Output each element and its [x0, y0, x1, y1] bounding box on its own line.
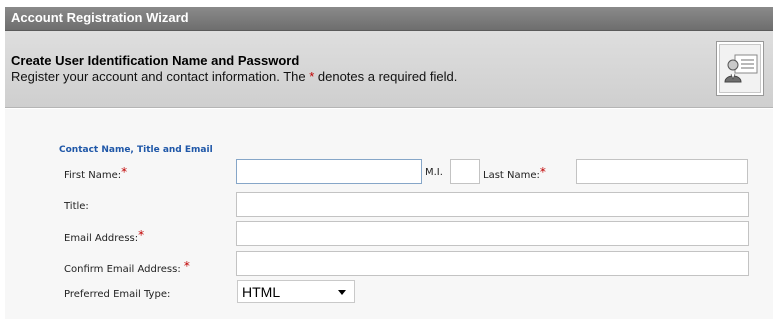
- section-title: Contact Name, Title and Email: [59, 145, 213, 155]
- email-type-label: Preferred Email Type:: [64, 289, 171, 300]
- title-input[interactable]: [236, 192, 749, 217]
- wizard-title-bar: Account Registration Wizard: [5, 7, 773, 31]
- email-input[interactable]: [236, 221, 749, 246]
- email-label-text: Email Address:: [64, 233, 139, 244]
- last-name-label-text: Last Name:: [483, 170, 540, 181]
- confirm-email-input[interactable]: [236, 251, 749, 276]
- user-card-icon-graphic: [724, 54, 758, 83]
- description-text-start: Register your account and contact inform…: [11, 69, 310, 84]
- email-required-marker: *: [138, 228, 145, 242]
- last-name-input[interactable]: [576, 159, 748, 184]
- confirm-email-label-text: Confirm Email Address:: [64, 264, 184, 275]
- first-name-required-marker: *: [121, 165, 128, 179]
- user-card-icon: [716, 41, 764, 96]
- email-label: Email Address:*: [64, 228, 145, 244]
- email-type-value: HTML: [242, 284, 281, 300]
- description-text-end: denotes a required field.: [314, 69, 458, 84]
- chevron-down-icon[interactable]: [338, 290, 346, 295]
- last-name-label: Last Name:*: [483, 165, 546, 181]
- title-label: Title:: [64, 201, 89, 212]
- header-panel: Create User Identification Name and Pass…: [5, 31, 773, 108]
- last-name-required-marker: *: [539, 165, 546, 179]
- page-description: Register your account and contact inform…: [11, 69, 457, 84]
- wizard-title: Account Registration Wizard: [11, 10, 189, 25]
- middle-initial-label: M.I.: [425, 167, 443, 178]
- page-heading: Create User Identification Name and Pass…: [11, 53, 300, 68]
- confirm-email-required-marker: *: [183, 259, 190, 273]
- first-name-label: First Name:*: [64, 165, 128, 181]
- first-name-input[interactable]: [236, 159, 422, 184]
- first-name-label-text: First Name:: [64, 170, 122, 181]
- confirm-email-label: Confirm Email Address: *: [64, 259, 190, 275]
- middle-initial-input[interactable]: [450, 159, 480, 184]
- email-type-select[interactable]: HTML: [237, 280, 355, 303]
